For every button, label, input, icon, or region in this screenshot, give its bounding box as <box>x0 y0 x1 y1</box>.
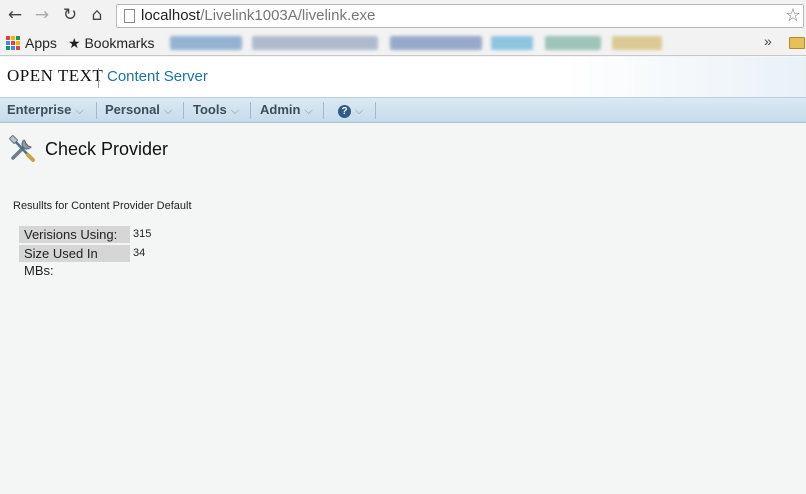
tools-icon <box>9 135 35 162</box>
address-bar[interactable]: localhost/Livelink1003A/livelink.exe ☆ <box>116 4 804 28</box>
page-icon <box>124 9 135 23</box>
folder-icon[interactable] <box>789 37 805 49</box>
menu-enterprise-label: Enterprise <box>7 102 72 117</box>
size-used-label: Size Used In MBs: <box>19 245 130 278</box>
size-used-value: 34 <box>133 247 146 259</box>
back-button[interactable]: ← <box>5 5 25 25</box>
versions-using-label: Verisions Using: <box>19 226 130 243</box>
bookmark-item-blurred[interactable] <box>252 36 378 50</box>
menu-admin-label: Admin <box>260 102 301 117</box>
url-text: localhost/Livelink1003A/livelink.exe <box>141 7 375 25</box>
menu-separator <box>250 102 251 119</box>
url-path: /Livelink1003A/livelink.exe <box>200 7 376 24</box>
star-icon: ★ <box>68 35 81 51</box>
apps-grid-icon[interactable] <box>6 36 20 50</box>
menu-separator <box>323 102 324 119</box>
menu-enterprise[interactable]: Enterprise ⌵ <box>7 102 84 118</box>
menu-separator <box>96 102 97 119</box>
forward-button[interactable]: → <box>32 5 52 25</box>
bookmark-item-blurred[interactable] <box>545 36 601 50</box>
menu-tools[interactable]: Tools ⌵ <box>193 102 239 118</box>
product-name[interactable]: Content Server <box>107 68 208 85</box>
chevron-down-icon: ⌵ <box>304 105 313 117</box>
home-button[interactable]: ⌂ <box>87 5 107 25</box>
global-menu-bar: Enterprise ⌵ Personal ⌵ Tools ⌵ Admin ⌵ ? ⌵ <box>0 97 806 123</box>
menu-personal-label: Personal <box>105 102 160 117</box>
bookmarks-link[interactable]: ★ Bookmarks <box>68 34 154 52</box>
menu-help[interactable]: ? ⌵ <box>338 102 363 118</box>
chevron-down-icon: ⌵ <box>163 105 173 117</box>
bookmarks-overflow-icon[interactable]: » <box>764 33 772 49</box>
menu-tools-label: Tools <box>193 102 227 117</box>
bookmarks-bar: Apps ★ Bookmarks » <box>0 31 806 56</box>
chevron-down-icon: ⌵ <box>230 105 240 117</box>
menu-separator <box>375 102 376 119</box>
opentext-logo[interactable]: OPEN TEXT <box>7 66 103 86</box>
chevron-down-icon: ⌵ <box>355 105 364 117</box>
menu-personal[interactable]: Personal ⌵ <box>105 102 172 118</box>
bookmark-item-blurred[interactable] <box>491 36 533 50</box>
header-divider <box>98 68 99 88</box>
help-icon: ? <box>338 105 351 118</box>
chevron-down-icon: ⌵ <box>75 105 84 117</box>
bookmark-item-blurred[interactable] <box>390 36 482 50</box>
browser-toolbar: ← → ↻ ⌂ localhost/Livelink1003A/livelink… <box>0 0 806 31</box>
results-caption: Resullts for Content Provider Default <box>13 200 192 212</box>
bookmark-item-blurred[interactable] <box>170 36 242 50</box>
page-title: Check Provider <box>45 139 169 159</box>
bookmarks-label: Bookmarks <box>84 35 155 51</box>
menu-separator <box>183 102 184 119</box>
bookmark-star-icon[interactable]: ☆ <box>785 5 801 27</box>
apps-link[interactable]: Apps <box>25 34 57 52</box>
bookmark-item-blurred[interactable] <box>612 36 662 50</box>
reload-button[interactable]: ↻ <box>60 5 80 25</box>
versions-using-value: 315 <box>133 228 152 240</box>
url-host: localhost <box>141 7 201 24</box>
menu-admin[interactable]: Admin ⌵ <box>260 102 313 118</box>
app-header: OPEN TEXT Content Server <box>0 57 806 97</box>
